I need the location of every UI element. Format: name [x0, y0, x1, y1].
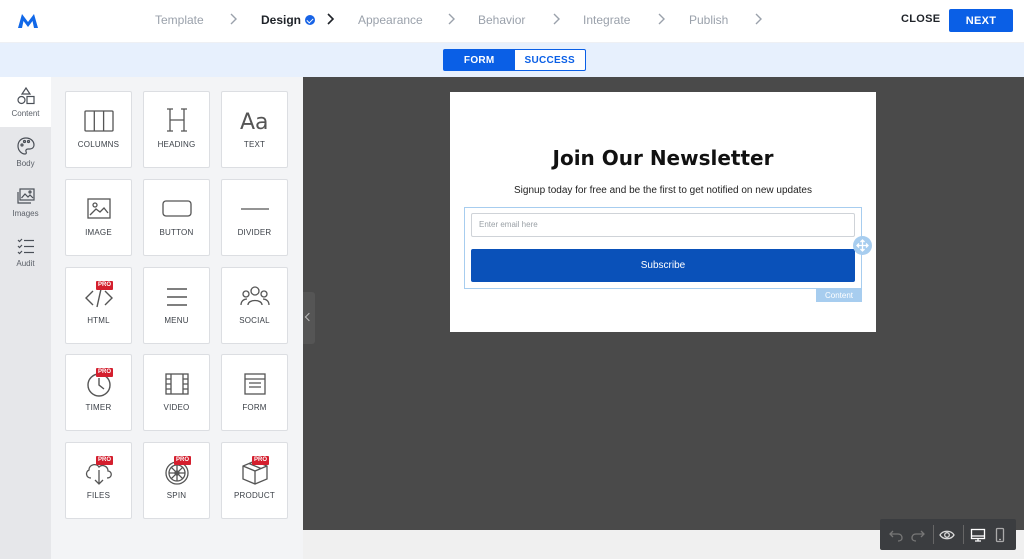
pro-badge: PRO	[96, 281, 114, 290]
block-label: HTML	[87, 316, 110, 325]
block-label: FORM	[242, 403, 267, 412]
toolbar-divider	[933, 525, 934, 544]
sidebar-item-body[interactable]: Body	[0, 127, 51, 177]
desktop-icon[interactable]	[970, 527, 986, 543]
block-button[interactable]: BUTTON	[143, 179, 210, 256]
pro-badge: PRO	[174, 456, 192, 465]
chevron-right-icon	[327, 13, 335, 25]
pro-badge: PRO	[96, 368, 114, 377]
sidebar-item-label: Audit	[16, 259, 35, 268]
block-spin[interactable]: PRO SPIN	[143, 442, 210, 519]
block-video[interactable]: VIDEO	[143, 354, 210, 431]
block-product[interactable]: PRO PRODUCT	[221, 442, 288, 519]
block-html[interactable]: PRO HTML	[65, 267, 132, 344]
canvas-toolbar	[880, 519, 1016, 550]
block-columns[interactable]: COLUMNS	[65, 91, 132, 168]
popup-subtitle[interactable]: Signup today for free and be the first t…	[450, 185, 876, 196]
block-label: MENU	[164, 316, 189, 325]
block-files[interactable]: PRO FILES	[65, 442, 132, 519]
check-circle-icon	[305, 15, 316, 25]
preview-eye-icon[interactable]	[939, 527, 955, 543]
step-publish[interactable]: Publish	[689, 13, 728, 27]
close-button[interactable]: CLOSE	[901, 13, 940, 25]
block-label: DIVIDER	[237, 228, 272, 237]
divider-icon	[240, 208, 269, 210]
block-label: VIDEO	[163, 403, 190, 412]
chevron-right-icon	[658, 13, 665, 25]
block-label: PRODUCT	[234, 491, 275, 500]
wizard-steps: Template Design Appearance Behavior Inte…	[0, 0, 1024, 43]
collapse-panel-handle[interactable]	[303, 292, 315, 344]
top-bar: Template Design Appearance Behavior Inte…	[0, 0, 1024, 43]
form-icon	[243, 373, 266, 395]
social-icon	[239, 286, 270, 306]
move-icon	[856, 239, 869, 252]
tab-success[interactable]: SUCCESS	[515, 50, 586, 70]
block-label: TEXT	[243, 140, 266, 149]
step-design[interactable]: Design	[261, 13, 316, 27]
step-integrate[interactable]: Integrate	[583, 13, 630, 27]
menu-icon	[166, 288, 187, 306]
chevron-right-icon	[553, 13, 560, 25]
chevron-right-icon	[755, 13, 762, 25]
block-label: SPIN	[166, 491, 187, 500]
sidebar-item-images[interactable]: Images	[0, 177, 51, 227]
content-blocks-panel: COLUMNS HEADING Aa TEXT IMAGE BUTTON DIV…	[51, 77, 303, 559]
email-input[interactable]: Enter email here	[471, 213, 855, 237]
chevron-right-icon	[448, 13, 455, 25]
sidebar-item-label: Body	[16, 159, 35, 168]
checklist-icon	[17, 238, 34, 255]
move-handle[interactable]	[853, 236, 872, 255]
subscribe-button[interactable]: Subscribe	[471, 249, 855, 282]
pro-badge: PRO	[96, 456, 114, 465]
sidebar-item-content[interactable]: Content	[0, 77, 51, 127]
sidebar-item-audit[interactable]: Audit	[0, 227, 51, 277]
form-success-toggle: FORM SUCCESS	[443, 49, 586, 71]
sidebar-rail: Content Body Images Audit	[0, 77, 51, 559]
block-text[interactable]: Aa TEXT	[221, 91, 288, 168]
step-design-label: Design	[261, 13, 302, 27]
selection-tag: Content	[816, 289, 862, 302]
chevron-right-icon	[230, 13, 237, 25]
block-label: COLUMNS	[77, 140, 120, 149]
newsletter-popup-preview: Join Our Newsletter Signup today for fre…	[450, 92, 876, 332]
block-heading[interactable]: HEADING	[143, 91, 210, 168]
video-icon	[164, 373, 189, 395]
heading-icon	[166, 108, 187, 132]
svg-text:Aa: Aa	[240, 110, 269, 135]
sidebar-item-label: Images	[12, 209, 39, 218]
undo-icon[interactable]	[888, 527, 904, 543]
text-icon: Aa	[240, 110, 269, 135]
block-menu[interactable]: MENU	[143, 267, 210, 344]
image-icon	[86, 198, 111, 219]
shapes-icon	[16, 86, 35, 105]
columns-icon	[83, 110, 114, 132]
images-icon	[16, 188, 35, 204]
block-label: SOCIAL	[239, 316, 270, 325]
block-label: IMAGE	[85, 228, 112, 237]
block-label: TIMER	[85, 403, 112, 412]
sidebar-item-label: Content	[11, 109, 40, 118]
block-timer[interactable]: PRO TIMER	[65, 354, 132, 431]
block-label: BUTTON	[159, 228, 194, 237]
redo-icon[interactable]	[910, 527, 926, 543]
block-label: FILES	[86, 491, 111, 500]
toolbar-divider	[963, 525, 964, 544]
next-button[interactable]: NEXT	[949, 9, 1013, 32]
button-icon	[161, 200, 192, 217]
block-form[interactable]: FORM	[221, 354, 288, 431]
block-label: HEADING	[157, 140, 196, 149]
block-divider[interactable]: DIVIDER	[221, 179, 288, 256]
step-template[interactable]: Template	[155, 13, 204, 27]
pro-badge: PRO	[252, 456, 270, 465]
tab-form[interactable]: FORM	[444, 50, 515, 70]
popup-title[interactable]: Join Our Newsletter	[450, 146, 876, 170]
mode-bar: FORM SUCCESS	[0, 43, 1024, 77]
block-social[interactable]: SOCIAL	[221, 267, 288, 344]
palette-icon	[16, 137, 35, 155]
block-image[interactable]: IMAGE	[65, 179, 132, 256]
mobile-icon[interactable]	[992, 527, 1008, 543]
step-behavior[interactable]: Behavior	[478, 13, 525, 27]
step-appearance[interactable]: Appearance	[358, 13, 423, 27]
